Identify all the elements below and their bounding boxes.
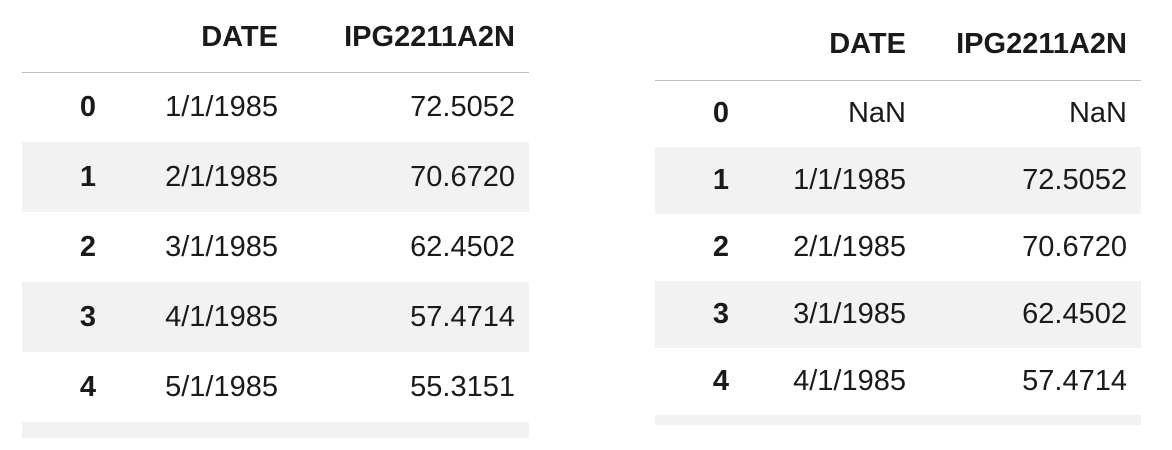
cell-date: 3/1/1985	[793, 298, 906, 330]
cell-value: 70.6720	[410, 160, 515, 193]
row-index: 3	[79, 300, 96, 333]
row-index: 0	[79, 90, 96, 123]
column-header-date: DATE	[755, 0, 920, 81]
cell-value: 57.4714	[1022, 365, 1127, 397]
row-index: 4	[79, 370, 96, 403]
table-body: 0 NaN NaN 1 1/1/1985 72.5052 2 2/1/1985 …	[655, 80, 1141, 425]
cell-date: NaN	[847, 97, 906, 130]
table-row: 4 4/1/1985 57.4714	[655, 348, 1141, 415]
cell-date: 1/1/1985	[793, 164, 906, 196]
cell-value: 57.4714	[410, 300, 515, 333]
column-header-value: IPG2211A2N	[920, 0, 1141, 81]
row-index: 2	[79, 230, 96, 263]
table-row: 4 5/1/1985 55.3151	[22, 352, 529, 422]
cell-value: 55.3151	[410, 370, 515, 403]
dataframe-original: DATE IPG2211A2N 0 1/1/1985 72.5052 1 2/1…	[22, 0, 529, 438]
column-header-date: DATE	[122, 0, 292, 73]
table-row: 0 NaN NaN	[655, 80, 1141, 147]
cell-date: 4/1/1985	[793, 365, 906, 397]
table-row: 1 1/1/1985 72.5052	[655, 147, 1141, 214]
table-body: 0 1/1/1985 72.5052 1 2/1/1985 70.6720 2 …	[22, 72, 529, 438]
cell-date: 4/1/1985	[165, 300, 278, 333]
dataframe-shifted: DATE IPG2211A2N 0 NaN NaN 1 1/1/1985 72.…	[655, 0, 1141, 425]
table-row: 2 2/1/1985 70.6720	[655, 214, 1141, 281]
table-header: DATE IPG2211A2N	[655, 0, 1141, 81]
cell-value: 62.4502	[1022, 298, 1127, 330]
table-row: 3 3/1/1985 62.4502	[655, 281, 1141, 348]
table-header: DATE IPG2211A2N	[22, 0, 529, 73]
table-row: 2 3/1/1985 62.4502	[22, 212, 529, 282]
row-index: 0	[712, 97, 729, 130]
cell-date: 2/1/1985	[165, 160, 278, 193]
column-header-value: IPG2211A2N	[292, 0, 529, 73]
cell-date: 5/1/1985	[165, 370, 278, 403]
index-header	[22, 0, 122, 73]
cell-value: 72.5052	[410, 90, 515, 123]
row-index: 1	[79, 160, 96, 193]
cell-value: 62.4502	[410, 230, 515, 263]
cell-date: 1/1/1985	[165, 90, 278, 123]
cell-value: 70.6720	[1022, 231, 1127, 263]
row-index: 2	[712, 231, 729, 263]
cell-date: 3/1/1985	[165, 230, 278, 263]
index-header	[655, 0, 755, 81]
table-row: 3 4/1/1985 57.4714	[22, 282, 529, 352]
row-index: 3	[712, 298, 729, 330]
table-row-truncated	[22, 422, 529, 438]
table-row-truncated	[655, 415, 1141, 425]
cell-value: 72.5052	[1022, 164, 1127, 196]
cell-date: 2/1/1985	[793, 231, 906, 263]
table-row: 1 2/1/1985 70.6720	[22, 142, 529, 212]
row-index: 1	[712, 164, 729, 196]
cell-value: NaN	[1068, 97, 1127, 130]
table-row: 0 1/1/1985 72.5052	[22, 72, 529, 142]
row-index: 4	[712, 365, 729, 397]
